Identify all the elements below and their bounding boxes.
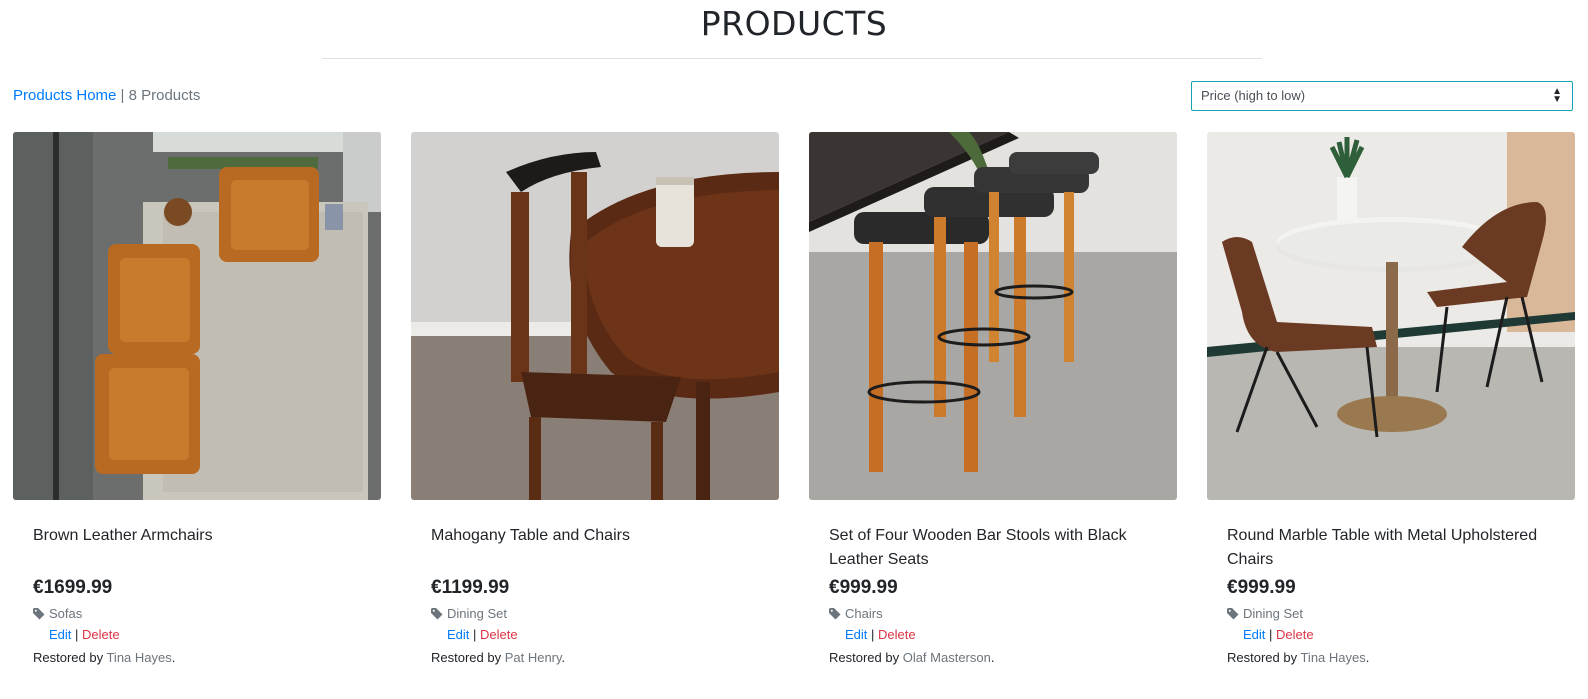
- product-actions: Edit | Delete: [1243, 627, 1314, 642]
- page-title: PRODUCTS: [700, 4, 888, 43]
- category-label: Chairs: [845, 606, 883, 621]
- category-label: Sofas: [49, 606, 83, 621]
- product-image[interactable]: [411, 132, 779, 500]
- restored-prefix: Restored by: [431, 650, 505, 665]
- product-name[interactable]: Round Marble Table with Metal Upholstere…: [1227, 524, 1555, 572]
- product-name[interactable]: Mahogany Table and Chairs: [431, 524, 759, 572]
- restored-suffix: .: [171, 650, 176, 665]
- product-image[interactable]: [1207, 132, 1575, 500]
- meta-separator: |: [116, 87, 129, 104]
- product-card: Set of Four Wooden Bar Stools with Black…: [809, 132, 1177, 665]
- restored-prefix: Restored by: [33, 650, 107, 665]
- product-name[interactable]: Set of Four Wooden Bar Stools with Black…: [829, 524, 1157, 572]
- product-meta: Products Home | 8 Products: [13, 87, 200, 104]
- product-price: €999.99: [1227, 577, 1296, 598]
- product-price: €1699.99: [33, 577, 113, 598]
- tag-icon: [33, 607, 45, 619]
- delete-link[interactable]: Delete: [82, 627, 120, 642]
- product-actions: Edit | Delete: [49, 627, 120, 642]
- product-count: 8 Products: [128, 87, 201, 104]
- restored-by: Restored by Pat Henry.: [431, 650, 759, 665]
- restored-by: Restored by Tina Hayes.: [1227, 650, 1555, 665]
- products-home-link[interactable]: Products Home: [13, 87, 116, 104]
- product-image[interactable]: [13, 132, 381, 500]
- product-category[interactable]: Sofas: [33, 606, 361, 621]
- restored-by: Restored by Tina Hayes.: [33, 650, 361, 665]
- edit-link[interactable]: Edit: [49, 627, 71, 642]
- product-category[interactable]: Chairs: [829, 606, 1157, 621]
- delete-link[interactable]: Delete: [480, 627, 518, 642]
- product-actions: Edit | Delete: [447, 627, 518, 642]
- delete-link[interactable]: Delete: [1276, 627, 1314, 642]
- product-actions: Edit | Delete: [845, 627, 916, 642]
- product-category[interactable]: Dining Set: [1227, 606, 1555, 621]
- product-name[interactable]: Brown Leather Armchairs: [33, 524, 361, 572]
- category-label: Dining Set: [1243, 606, 1303, 621]
- title-divider: [322, 58, 1262, 59]
- product-card: Round Marble Table with Metal Upholstere…: [1207, 132, 1575, 665]
- restorer-name: Pat Henry: [504, 650, 562, 665]
- sort-caret-icon: ▲ ▼: [1552, 86, 1562, 105]
- sort-select[interactable]: Price (high to low) ▲ ▼: [1191, 81, 1573, 111]
- sort-select-value: Price (high to low): [1201, 88, 1306, 103]
- category-label: Dining Set: [447, 606, 507, 621]
- restored-by: Restored by Olaf Masterson.: [829, 650, 1157, 665]
- product-price: €1199.99: [431, 577, 510, 598]
- tag-icon: [1227, 607, 1239, 619]
- tag-icon: [829, 607, 841, 619]
- restorer-name: Olaf Masterson: [902, 650, 991, 665]
- delete-link[interactable]: Delete: [878, 627, 916, 642]
- restorer-name: Tina Hayes: [106, 650, 172, 665]
- product-price: €999.99: [829, 577, 898, 598]
- restored-suffix: .: [990, 650, 995, 665]
- tag-icon: [431, 607, 443, 619]
- product-card: Mahogany Table and Chairs €1199.99 Dinin…: [411, 132, 779, 665]
- restored-suffix: .: [561, 650, 566, 665]
- restorer-name: Tina Hayes: [1300, 650, 1366, 665]
- product-card: Brown Leather Armchairs €1699.99 Sofas E…: [13, 132, 381, 665]
- restored-suffix: .: [1365, 650, 1370, 665]
- edit-link[interactable]: Edit: [845, 627, 867, 642]
- product-category[interactable]: Dining Set: [431, 606, 759, 621]
- restored-prefix: Restored by: [1227, 650, 1301, 665]
- product-image[interactable]: [809, 132, 1177, 500]
- edit-link[interactable]: Edit: [447, 627, 469, 642]
- restored-prefix: Restored by: [829, 650, 903, 665]
- edit-link[interactable]: Edit: [1243, 627, 1265, 642]
